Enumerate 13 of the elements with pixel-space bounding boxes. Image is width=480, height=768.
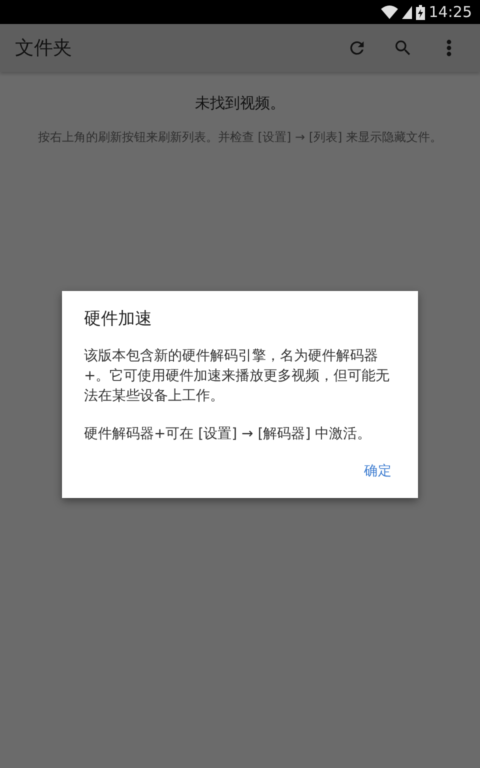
wifi-icon — [380, 5, 398, 19]
signal-icon — [402, 6, 412, 18]
status-time: 14:25 — [428, 3, 472, 21]
dialog-message: 该版本包含新的硬件解码引擎，名为硬件解码器+。它可使用硬件加速来播放更多视频，但可能无法在某些设备上工作。 — [84, 346, 391, 406]
dialog-title: 硬件加速 — [84, 308, 153, 330]
empty-message: 按右上角的刷新按钮来刷新列表。并检查 [设置] → [列表] 来显示隐藏文件。 — [38, 129, 442, 146]
battery-icon — [416, 4, 425, 20]
search-icon — [393, 38, 413, 58]
ok-button[interactable]: 确定 — [360, 456, 396, 486]
app-title: 文件夹 — [15, 36, 73, 61]
empty-title: 未找到视频。 — [195, 94, 285, 113]
dialog-message: 硬件解码器+可在 [设置] → [解码器] 中激活。 — [84, 424, 372, 444]
more-icon — [446, 39, 452, 57]
